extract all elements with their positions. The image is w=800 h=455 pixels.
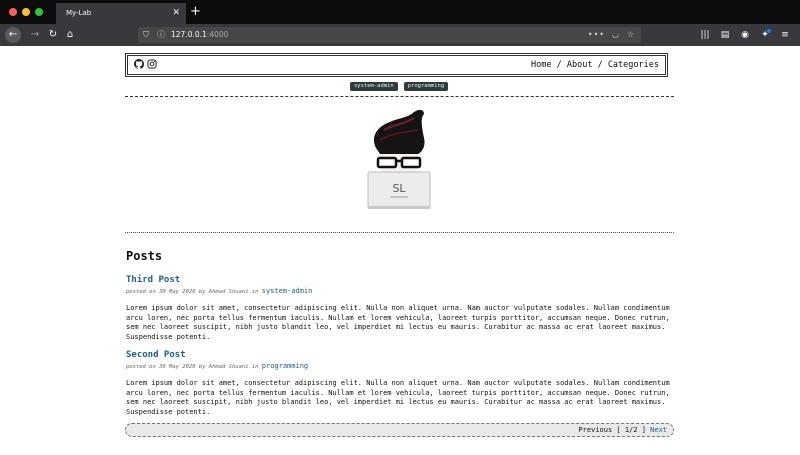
post-excerpt: Lorem ipsum dolor sit amet, consectetur … — [126, 379, 670, 416]
reload-button[interactable]: ↻ — [45, 24, 61, 46]
post-meta-text: posted on 30 May 2020 by Ahmad Shuani in — [126, 364, 262, 370]
info-icon[interactable]: ⓘ — [157, 27, 165, 43]
bookmark-star-icon[interactable]: ☆ — [627, 27, 634, 43]
menu-home-link[interactable]: Home — [531, 60, 551, 70]
url-text[interactable]: 127.0.0.1:4000 — [171, 27, 228, 43]
post-item: Second Post posted on 30 May 2020 by Ahm… — [126, 349, 674, 417]
tag-system-admin[interactable]: system-admin — [350, 82, 398, 91]
new-tab-button[interactable]: + — [190, 4, 201, 20]
header-divider — [125, 96, 674, 97]
pagination-previous: Previous — [578, 426, 613, 434]
sidebar-icon[interactable]: ▤ — [718, 30, 732, 40]
home-button[interactable]: ⌂ — [62, 24, 78, 46]
browser-tab[interactable]: My-Lab ✕ — [56, 3, 186, 24]
tag-programming[interactable]: programming — [403, 82, 449, 91]
tag-list: system-admin programming — [350, 82, 449, 91]
menu-about-link[interactable]: About — [567, 60, 593, 70]
pagination: Previous [ 1/2 ] Next — [578, 424, 667, 436]
site-header: Home / About / Categories — [125, 53, 668, 77]
tab-title: My-Lab — [66, 9, 92, 17]
pagination-page-indicator: [ 1/2 ] — [616, 426, 646, 434]
main-menu: Home / About / Categories — [531, 58, 659, 72]
logo-divider — [125, 232, 674, 233]
browser-nav-bar: ← → ↻ ⌂ ⛉ ⓘ 127.0.0.1:4000 ••• ◡ ☆ ||| ▤… — [0, 24, 800, 46]
post-meta: posted on 30 May 2020 by Ahmad Shuani in… — [126, 361, 674, 372]
menu-icon[interactable]: ≡ — [778, 30, 792, 40]
menu-separator: / — [551, 60, 567, 70]
url-port: :4000 — [206, 30, 229, 39]
posts-heading: Posts — [126, 249, 163, 263]
social-links — [134, 59, 157, 69]
maximize-window-button[interactable] — [35, 8, 43, 16]
url-bar[interactable]: ⛉ ⓘ 127.0.0.1:4000 ••• ◡ ☆ — [138, 27, 641, 43]
page-actions-icon[interactable]: ••• — [588, 27, 605, 43]
post-category-link[interactable]: programming — [262, 362, 308, 370]
minimize-window-button[interactable] — [22, 8, 30, 16]
toolbar-icons: ||| ▤ ◉ ✦ ≡ — [698, 24, 792, 46]
url-host: 127.0.0.1 — [171, 30, 207, 39]
post-meta: posted on 30 May 2020 by Ahmad Shuani in… — [126, 286, 674, 297]
pocket-icon[interactable]: ◡ — [612, 27, 619, 43]
site-logo: SL — [367, 109, 431, 209]
post-title-link[interactable]: Second Post — [126, 349, 674, 361]
extensions-icon[interactable]: ✦ — [758, 29, 772, 40]
window-controls — [9, 8, 43, 16]
post-item: Third Post posted on 30 May 2020 by Ahma… — [126, 274, 674, 342]
github-icon[interactable] — [134, 59, 144, 69]
menu-categories-link[interactable]: Categories — [608, 60, 659, 70]
post-excerpt: Lorem ipsum dolor sit amet, consectetur … — [126, 304, 670, 341]
post-meta-text: posted on 30 May 2020 by Ahmad Shuani in — [126, 289, 262, 295]
back-button[interactable]: ← — [5, 27, 21, 43]
library-icon[interactable]: ||| — [698, 30, 712, 40]
pagination-bar: Previous [ 1/2 ] Next — [125, 423, 674, 437]
shield-icon[interactable]: ⛉ — [143, 27, 149, 43]
browser-tab-bar: My-Lab ✕ + — [0, 0, 800, 24]
forward-button[interactable]: → — [27, 24, 43, 46]
menu-separator: / — [592, 60, 608, 70]
post-category-link[interactable]: system-admin — [262, 287, 313, 295]
close-window-button[interactable] — [9, 8, 17, 16]
account-icon[interactable]: ◉ — [738, 30, 752, 40]
logo-text: SL — [392, 182, 406, 195]
pagination-next-link[interactable]: Next — [650, 426, 667, 434]
post-title-link[interactable]: Third Post — [126, 274, 674, 286]
tab-close-icon[interactable]: ✕ — [172, 3, 180, 24]
instagram-icon[interactable] — [147, 59, 157, 69]
